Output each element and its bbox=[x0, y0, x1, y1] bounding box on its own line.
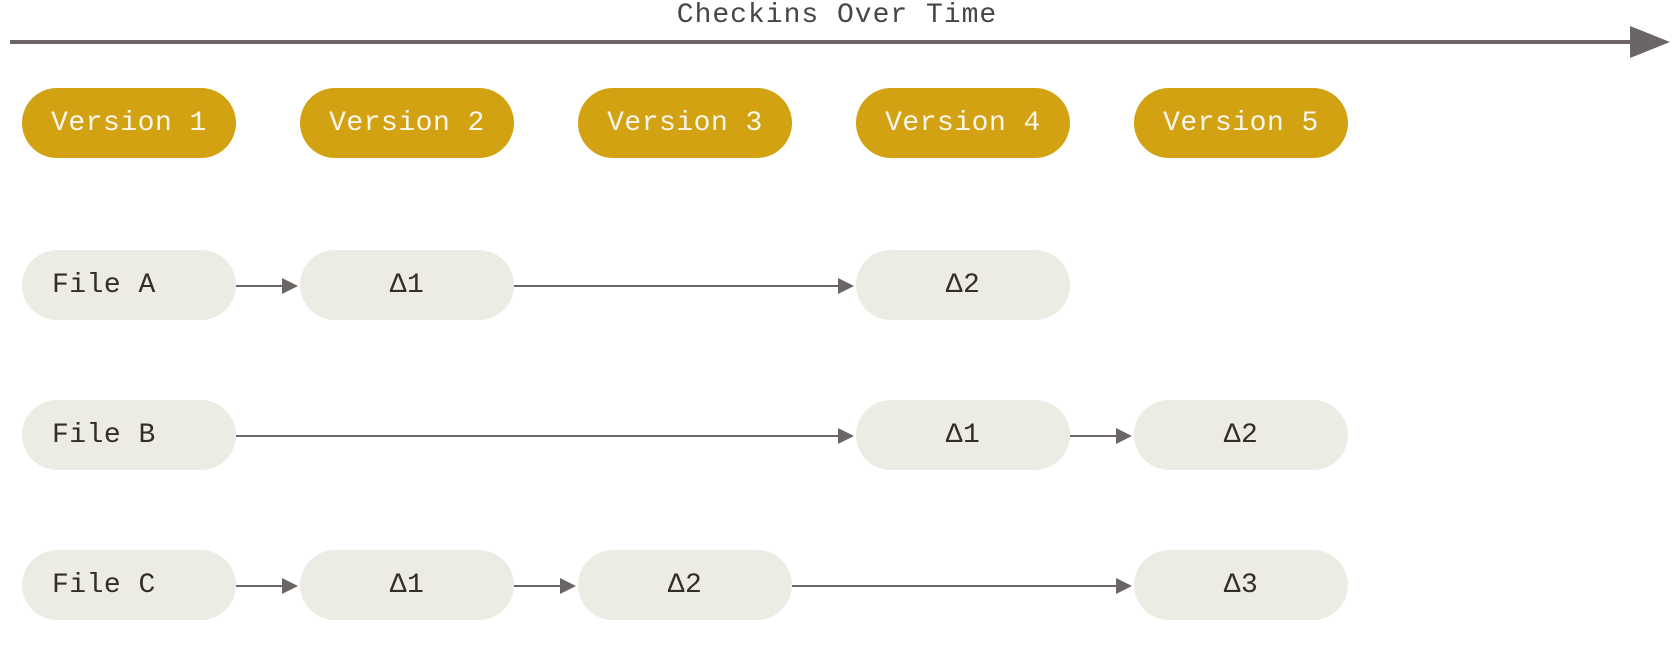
timeline-arrowhead-icon bbox=[1630, 26, 1670, 58]
connector-arrow bbox=[236, 285, 296, 287]
connector-arrow bbox=[514, 585, 574, 587]
connector-arrow bbox=[514, 285, 852, 287]
file-pill: File A bbox=[22, 250, 236, 320]
delta-pill: Δ3 bbox=[1134, 550, 1348, 620]
version-pill-1: Version 1 bbox=[22, 88, 236, 158]
connector-arrow bbox=[1070, 435, 1130, 437]
timeline-axis-line bbox=[10, 40, 1640, 44]
delta-pill: Δ1 bbox=[856, 400, 1070, 470]
version-pill-2: Version 2 bbox=[300, 88, 514, 158]
delta-pill: Δ2 bbox=[856, 250, 1070, 320]
version-pill-4: Version 4 bbox=[856, 88, 1070, 158]
connector-arrow bbox=[236, 585, 296, 587]
timeline-title: Checkins Over Time bbox=[0, 0, 1674, 31]
delta-pill: Δ1 bbox=[300, 250, 514, 320]
connector-arrow bbox=[236, 435, 852, 437]
file-pill: File C bbox=[22, 550, 236, 620]
connector-arrow bbox=[792, 585, 1130, 587]
delta-pill: Δ1 bbox=[300, 550, 514, 620]
file-pill: File B bbox=[22, 400, 236, 470]
diagram-stage: Checkins Over Time Version 1 Version 2 Ver… bbox=[0, 0, 1674, 648]
delta-pill: Δ2 bbox=[1134, 400, 1348, 470]
version-pill-3: Version 3 bbox=[578, 88, 792, 158]
version-pill-5: Version 5 bbox=[1134, 88, 1348, 158]
delta-pill: Δ2 bbox=[578, 550, 792, 620]
